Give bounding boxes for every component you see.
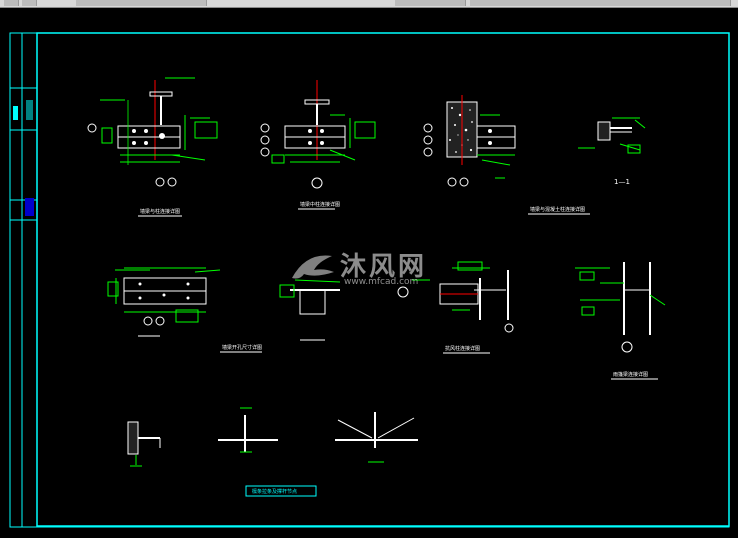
section-1-1-graphic [578,117,646,154]
watermark: 沐风网 www.mfcad.com [288,246,458,296]
detail-7c-graphic [335,412,418,463]
toolbar-button[interactable] [76,0,207,6]
cad-toolbar [0,0,738,8]
detail-7-label: 檩条拉条及撑杆节点 [252,488,297,495]
detail-1-graphic [87,77,218,187]
toolbar-button[interactable] [22,0,37,6]
detail-5-label: 抗风柱连接详图 [445,345,480,352]
detail-7a-graphic [127,421,161,467]
title-block-text [13,100,34,216]
detail-2-label: 墙梁中柱连接详图 [300,201,340,208]
detail-4-graphic [107,267,221,337]
watermark-logo [292,255,334,279]
detail-3-graphic [423,95,516,187]
detail-3-label: 墙梁与混凝土柱连接详图 [530,206,585,213]
detail-6-graphic [575,262,666,353]
section-1-1-label: 1—1 [614,178,630,186]
watermark-url: www.mfcad.com [344,277,419,287]
detail-4-label: 墙梁开孔尺寸详图 [222,344,262,351]
toolbar-button[interactable] [4,0,19,6]
toolbar-button[interactable] [395,0,466,6]
toolbar-button[interactable] [470,0,731,6]
detail-2-graphic [260,80,376,189]
detail-6-label: 雨篷梁连接详图 [613,371,648,378]
detail-1-label: 墙梁与柱连接详图 [140,208,180,215]
detail-7b-graphic [218,407,278,453]
